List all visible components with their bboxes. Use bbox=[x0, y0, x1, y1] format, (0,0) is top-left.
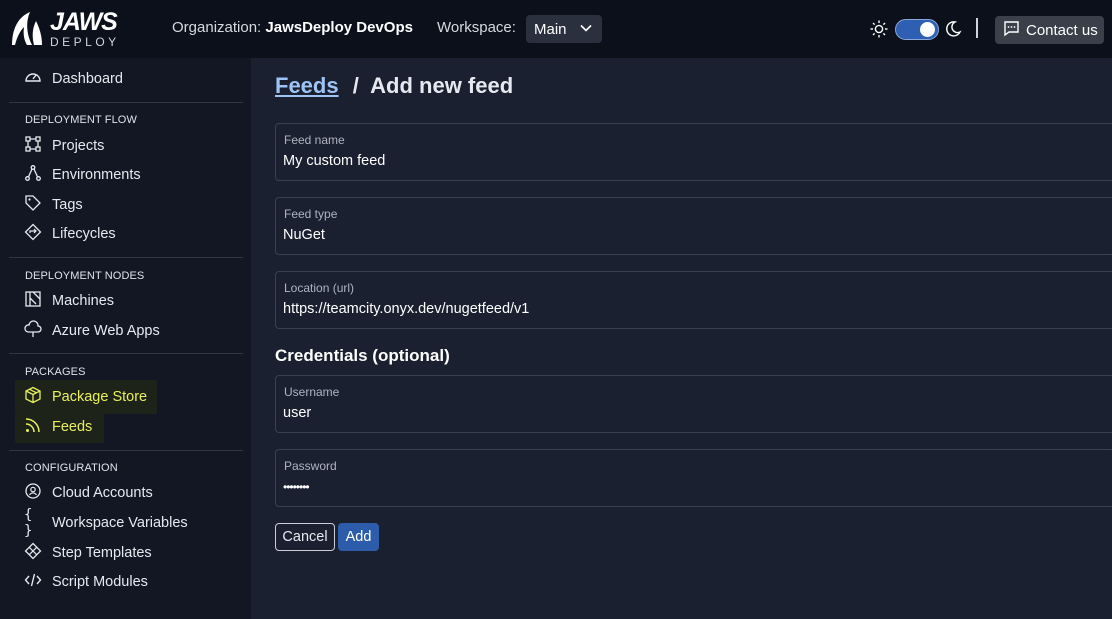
lifecycle-icon bbox=[24, 223, 42, 245]
sidebar-item-package-store[interactable]: Package Store bbox=[24, 386, 147, 408]
main-content: Feeds / Add new feed Feed name My custom… bbox=[251, 58, 1112, 619]
environments-icon bbox=[24, 164, 42, 186]
sidebar-item-azure-web-apps[interactable]: Azure Web Apps bbox=[24, 320, 160, 342]
username-input[interactable]: user bbox=[283, 405, 311, 421]
cancel-button[interactable]: Cancel bbox=[275, 523, 335, 551]
sidebar-item-label: Environments bbox=[52, 167, 141, 183]
logo-text: JAWS DEPLOY bbox=[50, 8, 120, 49]
username-label: Username bbox=[284, 385, 340, 399]
feed-type-label: Feed type bbox=[284, 207, 338, 221]
breadcrumb: Feeds / Add new feed bbox=[275, 73, 513, 99]
logo-line2: DEPLOY bbox=[50, 35, 120, 49]
braces-icon: { } bbox=[24, 507, 33, 539]
organization-name: JawsDeploy DevOps bbox=[265, 19, 413, 36]
sidebar-item-label: Workspace Variables bbox=[52, 515, 188, 531]
header-divider bbox=[976, 18, 978, 38]
code-icon bbox=[24, 571, 42, 593]
organization-label: Organization: bbox=[172, 19, 262, 36]
sidebar-item-label: Azure Web Apps bbox=[52, 323, 160, 339]
sidebar-item-label: Projects bbox=[52, 138, 105, 154]
feed-name-input[interactable]: My custom feed bbox=[283, 153, 385, 169]
sidebar-divider bbox=[9, 450, 243, 451]
credentials-heading: Credentials (optional) bbox=[275, 346, 450, 365]
feed-type-select[interactable]: NuGet bbox=[283, 227, 325, 243]
feed-type-field[interactable]: Feed type NuGet bbox=[275, 197, 1112, 255]
sidebar-item-environments[interactable]: Environments bbox=[24, 164, 141, 186]
chevron-down-icon bbox=[579, 21, 593, 39]
sidebar: Dashboard DEPLOYMENT FLOW Projects Envir… bbox=[0, 58, 251, 619]
sidebar-item-label: Feeds bbox=[52, 419, 93, 435]
moon-icon bbox=[944, 20, 962, 43]
contact-us-button[interactable]: Contact us bbox=[995, 16, 1104, 44]
logo[interactable]: JAWS DEPLOY bbox=[8, 9, 132, 49]
section-title-configuration: CONFIGURATION bbox=[25, 462, 118, 474]
step-template-icon bbox=[24, 542, 42, 564]
sidebar-item-step-templates[interactable]: Step Templates bbox=[24, 542, 152, 564]
sidebar-item-lifecycles[interactable]: Lifecycles bbox=[24, 223, 116, 245]
add-button[interactable]: Add bbox=[338, 523, 379, 551]
feed-name-label: Feed name bbox=[284, 133, 345, 147]
projects-icon bbox=[24, 135, 42, 157]
feed-name-field[interactable]: Feed name My custom feed bbox=[275, 123, 1112, 181]
sidebar-divider bbox=[9, 257, 243, 258]
breadcrumb-feeds-link[interactable]: Feeds bbox=[275, 73, 339, 98]
location-url-field[interactable]: Location (url) https://teamcity.onyx.dev… bbox=[275, 271, 1112, 329]
sidebar-item-tags[interactable]: Tags bbox=[24, 194, 83, 216]
location-url-label: Location (url) bbox=[284, 281, 355, 295]
contact-us-label: Contact us bbox=[1026, 21, 1098, 39]
top-bar: JAWS DEPLOY Organization: JawsDeploy Dev… bbox=[0, 0, 1112, 58]
cloud-icon bbox=[24, 320, 42, 342]
sidebar-item-dashboard[interactable]: Dashboard bbox=[24, 68, 123, 90]
shark-logo-icon bbox=[8, 9, 48, 49]
sidebar-item-label: Cloud Accounts bbox=[52, 485, 153, 501]
sidebar-item-label: Dashboard bbox=[52, 71, 123, 87]
sidebar-item-workspace-variables[interactable]: { } Workspace Variables bbox=[24, 507, 188, 539]
breadcrumb-separator: / bbox=[352, 73, 359, 98]
workspace-label: Workspace: bbox=[437, 19, 516, 36]
section-title-deployment-flow: DEPLOYMENT FLOW bbox=[25, 114, 137, 126]
password-input[interactable]: •••••••• bbox=[283, 480, 310, 494]
workspace-value: Main bbox=[534, 20, 567, 38]
sidebar-item-label: Tags bbox=[52, 197, 83, 213]
username-field[interactable]: Username user bbox=[275, 375, 1112, 433]
sidebar-item-label: Script Modules bbox=[52, 574, 148, 590]
gauge-icon bbox=[24, 68, 42, 90]
sidebar-item-label: Step Templates bbox=[52, 545, 152, 561]
logo-line1: JAWS bbox=[50, 8, 118, 36]
sidebar-item-label: Package Store bbox=[52, 389, 148, 405]
password-field[interactable]: Password •••••••• bbox=[275, 449, 1112, 507]
chat-icon bbox=[1003, 20, 1020, 41]
tag-icon bbox=[24, 194, 42, 216]
organization-info: Organization: JawsDeploy DevOps bbox=[172, 19, 413, 36]
machine-icon bbox=[24, 290, 42, 312]
sidebar-item-label: Lifecycles bbox=[52, 226, 116, 242]
section-title-packages: PACKAGES bbox=[25, 366, 86, 378]
workspace-select[interactable]: Main bbox=[526, 15, 602, 43]
cloud-account-icon bbox=[24, 482, 42, 504]
sidebar-item-feeds[interactable]: Feeds bbox=[24, 416, 92, 438]
section-title-deployment-nodes: DEPLOYMENT NODES bbox=[25, 270, 145, 282]
password-label: Password bbox=[284, 459, 337, 473]
sidebar-item-cloud-accounts[interactable]: Cloud Accounts bbox=[24, 482, 153, 504]
theme-toggle[interactable] bbox=[895, 19, 939, 40]
location-url-input[interactable]: https://teamcity.onyx.dev/nugetfeed/v1 bbox=[283, 301, 529, 317]
page-title: Add new feed bbox=[370, 73, 514, 98]
sidebar-item-script-modules[interactable]: Script Modules bbox=[24, 571, 148, 593]
sun-icon bbox=[870, 20, 888, 43]
package-icon bbox=[24, 386, 42, 408]
sidebar-divider bbox=[9, 353, 243, 354]
theme-toggle-knob bbox=[920, 22, 935, 37]
sidebar-item-label: Machines bbox=[52, 293, 115, 309]
sidebar-item-projects[interactable]: Projects bbox=[24, 135, 104, 157]
sidebar-item-machines[interactable]: Machines bbox=[24, 290, 114, 312]
rss-icon bbox=[24, 416, 42, 438]
sidebar-divider bbox=[9, 102, 243, 103]
